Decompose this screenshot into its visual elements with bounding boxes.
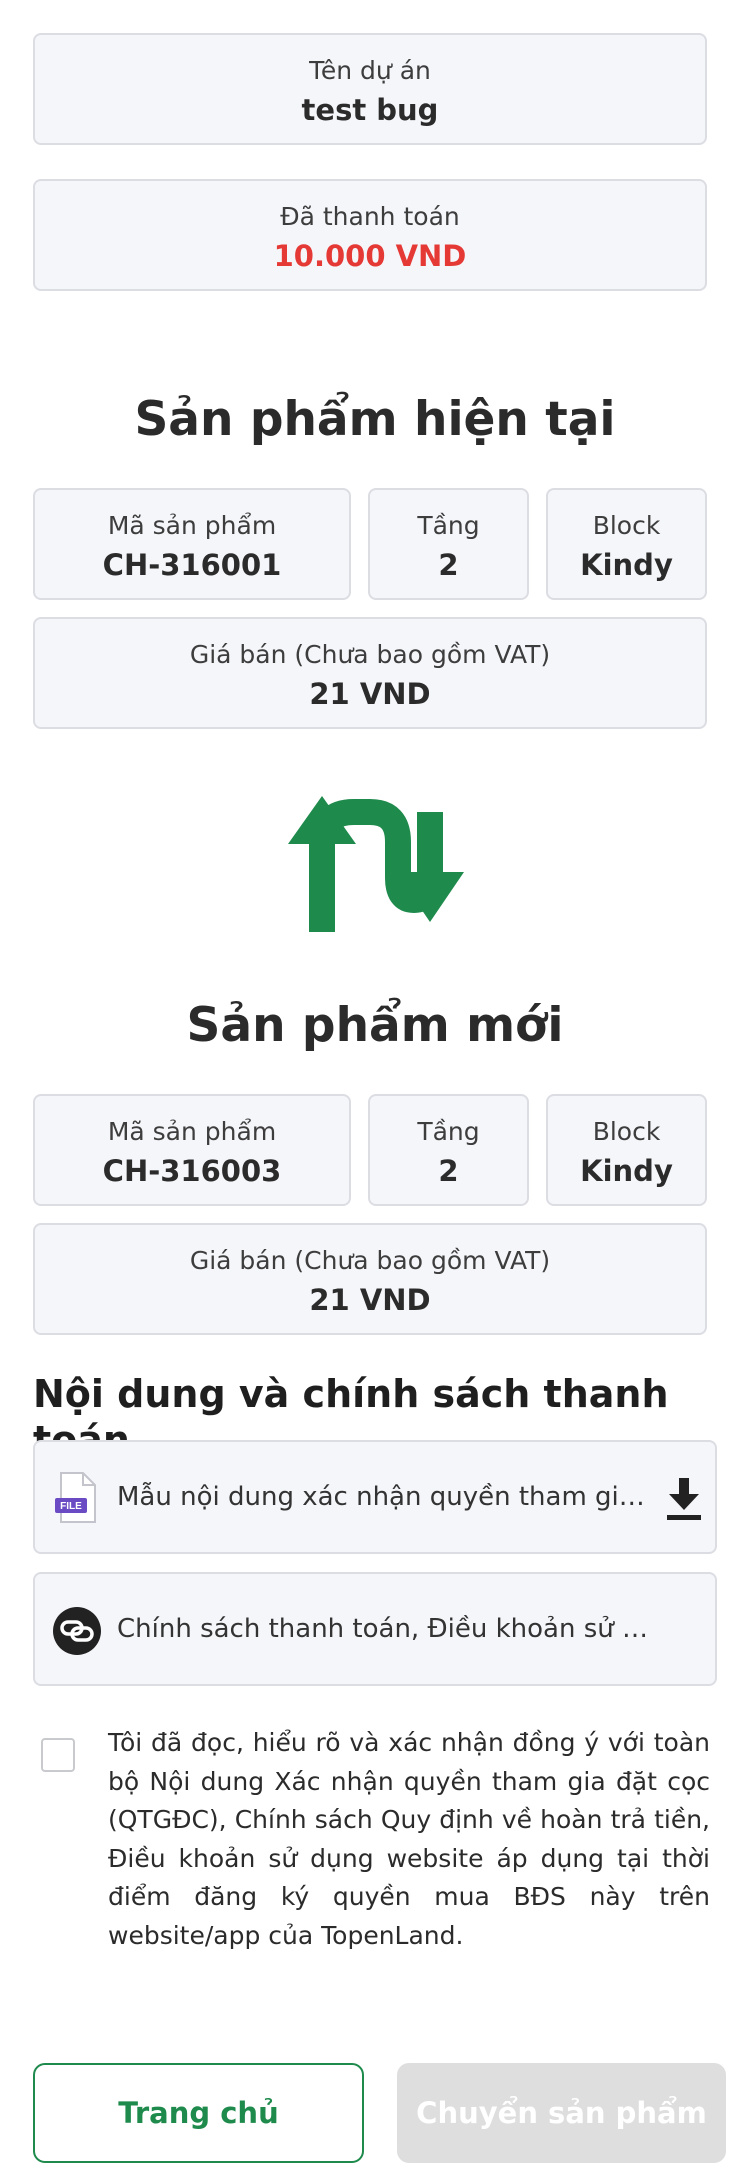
current-block-value: Kindy <box>580 548 673 582</box>
new-block-label: Block <box>592 1117 661 1146</box>
new-price-value: 21 VND <box>309 1283 431 1317</box>
current-code-card: Mã sản phẩm CH-316001 <box>33 488 351 600</box>
home-button[interactable]: Trang chủ <box>33 2063 364 2163</box>
file-icon: FILE <box>55 1472 97 1524</box>
policy-link-text: Chính sách thanh toán, Điều khoản sử dụn… <box>117 1614 653 1644</box>
document-name: Mẫu nội dung xác nhận quyền tham gia đặt… <box>117 1482 653 1512</box>
new-product-title: Sản phẩm mới <box>186 998 564 1053</box>
project-name: test bug <box>301 93 439 127</box>
transfer-product-page: Tên dự án test bug Đã thanh toán 10.000 … <box>0 0 750 2171</box>
payment-amount: 10.000 VND <box>273 239 467 273</box>
new-block-value: Kindy <box>580 1154 673 1188</box>
document-download-row[interactable]: FILE Mẫu nội dung xác nhận quyền tham gi… <box>33 1440 717 1554</box>
new-code-label: Mã sản phẩm <box>107 1117 277 1146</box>
file-badge-text: FILE <box>60 1501 82 1512</box>
new-floor-value: 2 <box>438 1154 459 1188</box>
current-code-label: Mã sản phẩm <box>107 511 277 540</box>
current-floor-label: Tầng <box>417 511 480 540</box>
payment-card: Đã thanh toán 10.000 VND <box>33 179 707 291</box>
current-code-value: CH-316001 <box>102 548 282 582</box>
download-icon[interactable] <box>667 1478 701 1520</box>
transfer-product-button[interactable]: Chuyển sản phẩm <box>397 2063 726 2163</box>
new-code-card: Mã sản phẩm CH-316003 <box>33 1094 351 1206</box>
agree-checkbox[interactable] <box>41 1738 75 1772</box>
new-price-card: Giá bán (Chưa bao gồm VAT) 21 VND <box>33 1223 707 1335</box>
payment-label: Đã thanh toán <box>280 202 460 231</box>
current-block-label: Block <box>592 511 661 540</box>
current-floor-card: Tầng 2 <box>368 488 529 600</box>
project-card: Tên dự án test bug <box>33 33 707 145</box>
current-price-value: 21 VND <box>309 677 431 711</box>
new-price-label: Giá bán (Chưa bao gồm VAT) <box>189 1246 551 1275</box>
project-label: Tên dự án <box>309 56 431 85</box>
new-code-value: CH-316003 <box>102 1154 282 1188</box>
current-price-card: Giá bán (Chưa bao gồm VAT) 21 VND <box>33 617 707 729</box>
new-floor-card: Tầng 2 <box>368 1094 529 1206</box>
agreement-text: Tôi đã đọc, hiểu rõ và xác nhận đồng ý v… <box>108 1728 710 1950</box>
swap-arrows-icon <box>286 792 466 932</box>
current-product-title: Sản phẩm hiện tại <box>134 392 616 447</box>
link-icon <box>52 1606 102 1656</box>
new-floor-label: Tầng <box>417 1117 480 1146</box>
new-block-card: Block Kindy <box>546 1094 707 1206</box>
current-floor-value: 2 <box>438 548 459 582</box>
policy-link-row[interactable]: Chính sách thanh toán, Điều khoản sử dụn… <box>33 1572 717 1686</box>
current-price-label: Giá bán (Chưa bao gồm VAT) <box>189 640 551 669</box>
current-block-card: Block Kindy <box>546 488 707 600</box>
